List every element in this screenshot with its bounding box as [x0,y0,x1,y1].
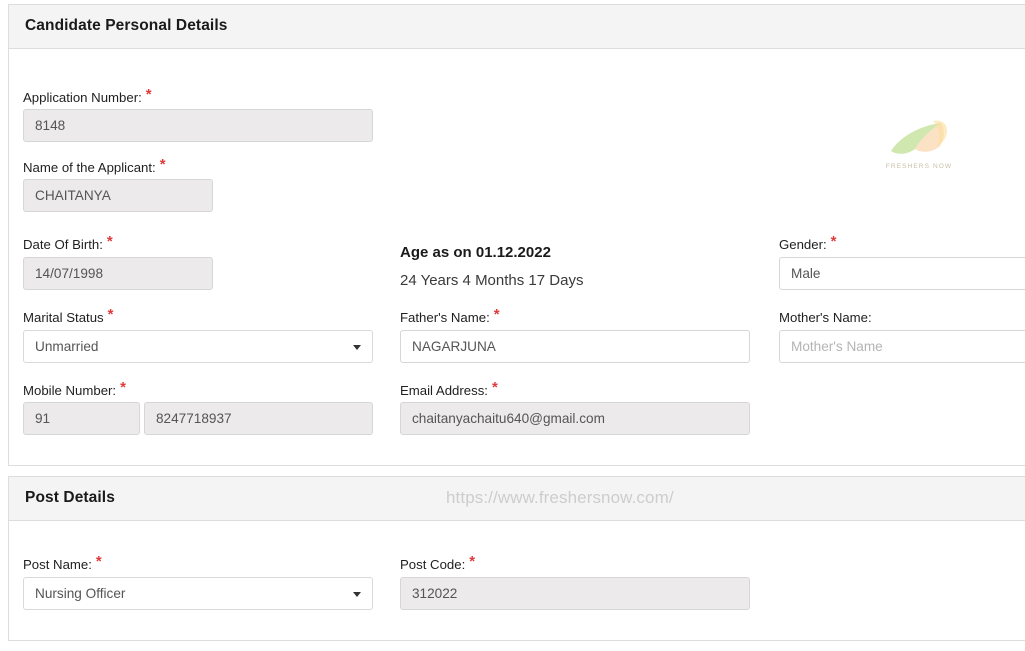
gender-label: Gender: * [779,234,837,252]
applicant-name-input[interactable] [23,179,213,212]
required-asterisk: * [491,379,498,396]
page-title: Candidate Personal Details [25,17,228,34]
fathers-name-input[interactable] [400,330,750,363]
marital-status-label: Marital Status * [23,307,113,325]
freshersnow-logo: FRESHERS NOW [871,117,967,179]
chevron-down-icon [353,592,361,597]
mothers-name-label: Mother's Name: [779,310,872,325]
freshersnow-logo-text: FRESHERS NOW [885,163,953,170]
email-address-label: Email Address: * [400,380,498,398]
application-number-label: Application Number: * [23,87,152,105]
post-code-input[interactable] [400,577,750,610]
required-asterisk: * [95,553,102,570]
post-code-label-text: Post Code: [400,557,466,572]
chevron-down-icon [353,345,361,350]
applicant-name-label-text: Name of the Applicant: [23,160,156,175]
post-details-title: Post Details [25,489,115,506]
gender-input[interactable] [779,257,1025,290]
candidate-personal-details-panel: Candidate Personal Details Application N… [8,4,1025,466]
mobile-number-label-text: Mobile Number: [23,383,117,398]
required-asterisk: * [830,233,837,250]
gender-label-text: Gender: [779,237,827,252]
age-value: 24 Years 4 Months 17 Days [400,272,584,289]
email-address-input[interactable] [400,402,750,435]
application-number-input[interactable] [23,109,373,142]
mothers-name-input[interactable] [779,330,1025,363]
post-code-label: Post Code: * [400,554,475,572]
personal-details-header: Candidate Personal Details [9,5,1025,49]
date-of-birth-input[interactable] [23,257,213,290]
mobile-number-input[interactable] [144,402,373,435]
mobile-country-code-input[interactable] [23,402,140,435]
application-form-page: Candidate Personal Details Application N… [0,0,1025,651]
applicant-name-label: Name of the Applicant: * [23,157,166,175]
fathers-name-label: Father's Name: * [400,307,500,325]
fathers-name-label-text: Father's Name: [400,310,490,325]
post-name-label-text: Post Name: [23,557,92,572]
post-name-label: Post Name: * [23,554,102,572]
required-asterisk: * [145,86,152,103]
watermark-url: https://www.freshersnow.com/ [446,488,674,507]
date-of-birth-label: Date Of Birth: * [23,234,113,252]
mothers-name-label-text: Mother's Name: [779,310,872,325]
application-number-label-text: Application Number: [23,90,142,105]
post-name-select[interactable]: Nursing Officer [23,577,373,610]
post-name-value: Nursing Officer [35,586,126,601]
freshersnow-bird-icon [891,120,947,154]
post-details-header: Post Details https://www.freshersnow.com… [9,477,1025,521]
date-of-birth-label-text: Date Of Birth: [23,237,103,252]
required-asterisk: * [120,379,126,396]
required-asterisk: * [469,553,476,570]
marital-status-select[interactable]: Unmarried [23,330,373,363]
required-asterisk: * [107,306,114,323]
required-asterisk: * [106,233,113,250]
email-address-label-text: Email Address: [400,383,488,398]
required-asterisk: * [493,306,500,323]
age-as-on-title: Age as on 01.12.2022 [400,244,551,261]
mobile-number-label: Mobile Number: * [23,380,126,398]
required-asterisk: * [159,156,166,173]
post-details-panel: Post Details https://www.freshersnow.com… [8,476,1025,641]
marital-status-label-text: Marital Status [23,310,104,325]
marital-status-value: Unmarried [35,339,99,354]
